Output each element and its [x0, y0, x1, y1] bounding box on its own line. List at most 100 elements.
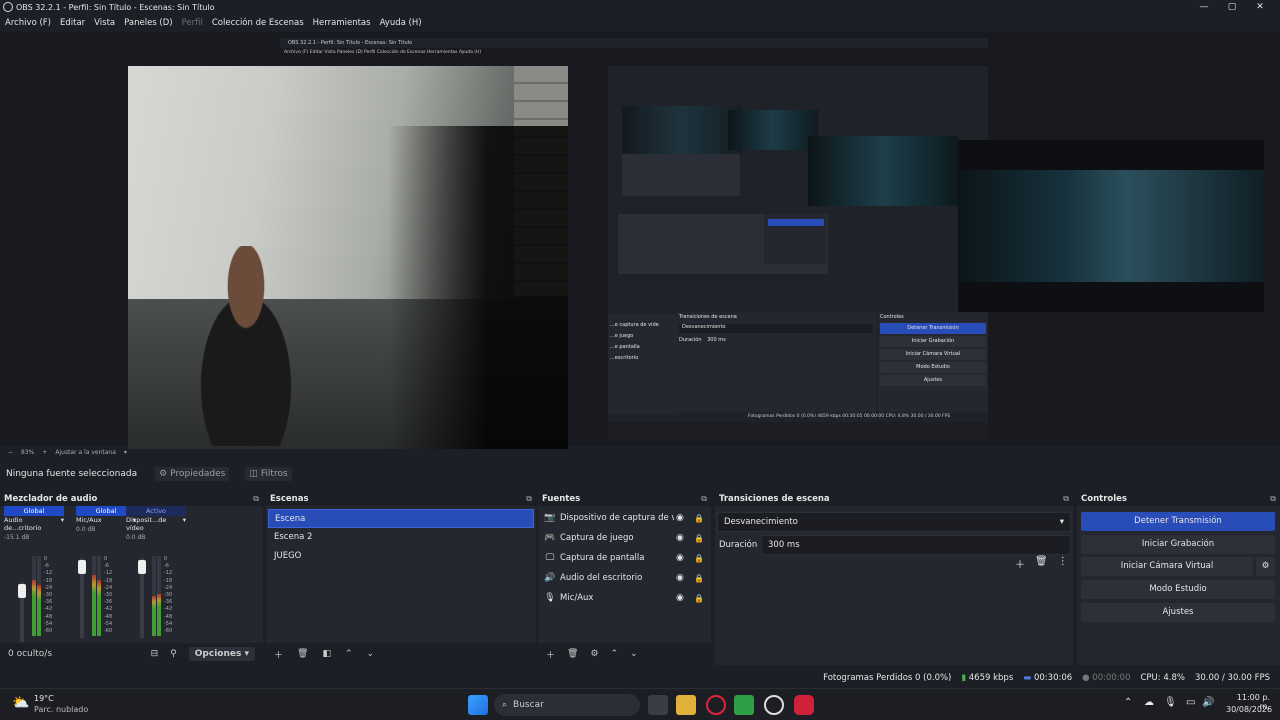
menu-vista[interactable]: Vista	[94, 18, 115, 28]
scene-item[interactable]: Escena 2	[268, 528, 534, 547]
meter-tick: -6	[164, 563, 169, 570]
move-up-button[interactable]: ⌃	[345, 649, 353, 659]
level-meter	[92, 556, 96, 636]
remove-transition-button[interactable]: 🗑	[1035, 556, 1048, 571]
lock-icon[interactable]: 🔒	[694, 554, 704, 563]
more-icon[interactable]: ⋮	[1058, 556, 1068, 571]
undock-icon[interactable]: ⧉	[253, 494, 259, 504]
undock-icon[interactable]: ⧉	[1063, 494, 1069, 504]
transition-select[interactable]: Desvanecimiento ▾	[717, 512, 1071, 532]
add-scene-button[interactable]: ＋	[274, 648, 283, 661]
scene-item[interactable]: JUEGO	[268, 547, 534, 566]
lock-icon[interactable]: 🔒	[694, 574, 704, 583]
meter-tick: -30	[164, 592, 173, 599]
menu-herramientas[interactable]: Herramientas	[313, 18, 371, 28]
move-down-button[interactable]: ⌄	[630, 649, 638, 659]
network-icon[interactable]: ▭	[1186, 697, 1195, 708]
eye-icon[interactable]: ◉	[676, 573, 684, 583]
zoom-menu-icon[interactable]: ▾	[124, 449, 127, 456]
properties-button[interactable]: ⚙ Propiedades	[155, 467, 230, 481]
menu-editar[interactable]: Editar	[60, 18, 85, 28]
gamepad-icon: 🎮	[544, 533, 556, 543]
zoom-value: 83%	[21, 448, 35, 456]
stop-streaming-button[interactable]: Detener Transmisión	[1081, 512, 1275, 531]
menu-ayuda[interactable]: Ayuda (H)	[380, 18, 422, 28]
eye-icon[interactable]: ◉	[676, 593, 684, 603]
scene-item[interactable]: Escena	[268, 509, 534, 528]
chevron-down-icon: ▾	[1059, 517, 1064, 527]
app-icon[interactable]	[794, 695, 814, 715]
meter-tick: -36	[104, 599, 113, 606]
remove-source-button[interactable]: 🗑	[567, 649, 578, 659]
lock-icon[interactable]: 🔒	[694, 514, 704, 523]
meter-ticks: 0 -6 -12 -18 -24 -30 -36 -42 -48 -54 -60	[44, 556, 52, 635]
file-explorer-icon[interactable]	[676, 695, 696, 715]
weather-icon[interactable]: ⛅	[12, 695, 29, 711]
fit-window-button[interactable]: Ajustar a la ventana	[55, 449, 116, 456]
source-item[interactable]: 🎙 Mic/Aux ◉ 🔒	[538, 588, 711, 608]
obs-taskbar-icon[interactable]	[764, 695, 784, 715]
lock-icon[interactable]: 🔒	[694, 534, 704, 543]
zoom-in-button[interactable]: +	[42, 449, 47, 456]
lock-icon[interactable]: 🔒	[694, 594, 704, 603]
undock-icon[interactable]: ⧉	[526, 494, 532, 504]
link-icon[interactable]: ⚲	[170, 649, 177, 659]
zoom-out-button[interactable]: −	[8, 449, 13, 456]
volume-slider[interactable]	[18, 582, 26, 642]
add-transition-button[interactable]: ＋	[1015, 556, 1025, 571]
eye-icon[interactable]: ◉	[676, 553, 684, 563]
move-down-button[interactable]: ⌄	[367, 649, 375, 659]
menu-paneles[interactable]: Paneles (D)	[124, 18, 172, 28]
volume-slider[interactable]	[138, 558, 146, 638]
eye-icon[interactable]: ◉	[676, 513, 684, 523]
menu-coleccion[interactable]: Colección de Escenas	[212, 18, 304, 28]
chevron-up-icon[interactable]: ⌃	[1124, 697, 1132, 708]
scenes-title: Escenas	[270, 494, 309, 504]
cloud-icon[interactable]: ☁	[1144, 697, 1154, 708]
minimize-button[interactable]: —	[1190, 0, 1218, 14]
source-item[interactable]: 🎮 Captura de juego ◉ 🔒	[538, 528, 711, 548]
start-virtualcam-button[interactable]: Iniciar Cámara Virtual	[1081, 557, 1253, 576]
start-recording-button[interactable]: Iniciar Grabación	[1081, 535, 1275, 554]
preview-zoom-bar: − 83% + Ajustar a la ventana ▾	[0, 446, 1280, 458]
source-item[interactable]: 🖵 Captura de pantalla ◉ 🔒	[538, 548, 711, 568]
volume-icon[interactable]: 🔊	[1202, 697, 1214, 708]
meter-tick: -12	[164, 570, 173, 577]
meter-tick: -54	[164, 620, 173, 627]
windows-start-icon[interactable]	[468, 695, 488, 715]
opera-icon[interactable]	[706, 695, 726, 715]
eye-icon[interactable]: ◉	[676, 533, 684, 543]
source-properties-button[interactable]: ⚙	[590, 649, 598, 659]
menu-archivo[interactable]: Archivo (F)	[5, 18, 51, 28]
task-view-icon[interactable]	[648, 695, 668, 715]
virtualcam-settings-gear-icon[interactable]: ⚙	[1256, 557, 1275, 576]
maximize-button[interactable]: ▢	[1218, 0, 1246, 14]
fps: 30.00 / 30.00 FPS	[1194, 673, 1270, 683]
record-icon: ●	[1082, 673, 1090, 683]
xbox-icon[interactable]	[734, 695, 754, 715]
scene-filters-button[interactable]: ◧	[322, 649, 331, 659]
remove-scene-button[interactable]: 🗑	[297, 649, 308, 659]
webcam-source[interactable]	[128, 66, 568, 449]
add-source-button[interactable]: ＋	[546, 648, 555, 661]
duration-field[interactable]: 300 ms	[761, 535, 1071, 555]
studio-mode-button[interactable]: Modo Estudio	[1081, 580, 1275, 599]
undock-icon[interactable]: ⧉	[701, 494, 707, 504]
mixer-options-button[interactable]: Opciones ▾	[188, 647, 255, 661]
settings-button[interactable]: Ajustes	[1081, 603, 1275, 622]
audio-mixer-dock: Mezclador de audio ⧉ Global Audio de...cr…	[0, 492, 263, 665]
level-meter	[157, 556, 161, 636]
close-button[interactable]: ✕	[1246, 0, 1274, 14]
menu-perfil[interactable]: Perfil	[182, 18, 203, 28]
source-item[interactable]: 🔊 Audio del escritorio ◉ 🔒	[538, 568, 711, 588]
meter-tick: -36	[164, 599, 173, 606]
layout-icon[interactable]: ⊟	[151, 649, 159, 659]
move-up-button[interactable]: ⌃	[611, 649, 619, 659]
transitions-dock: Transiciones de escena ⧉ Desvanecimiento ▾…	[715, 492, 1073, 665]
microphone-icon[interactable]: 🎙	[1164, 697, 1177, 708]
source-item[interactable]: 📷Dispositivo de captura de vídeo◉🔒	[538, 508, 711, 528]
volume-slider[interactable]	[78, 558, 86, 638]
taskbar-search[interactable]: ⌕ Buscar	[494, 694, 640, 716]
undock-icon[interactable]: ⧉	[1270, 494, 1276, 504]
filters-button[interactable]: ◫ Filtros	[245, 467, 292, 481]
